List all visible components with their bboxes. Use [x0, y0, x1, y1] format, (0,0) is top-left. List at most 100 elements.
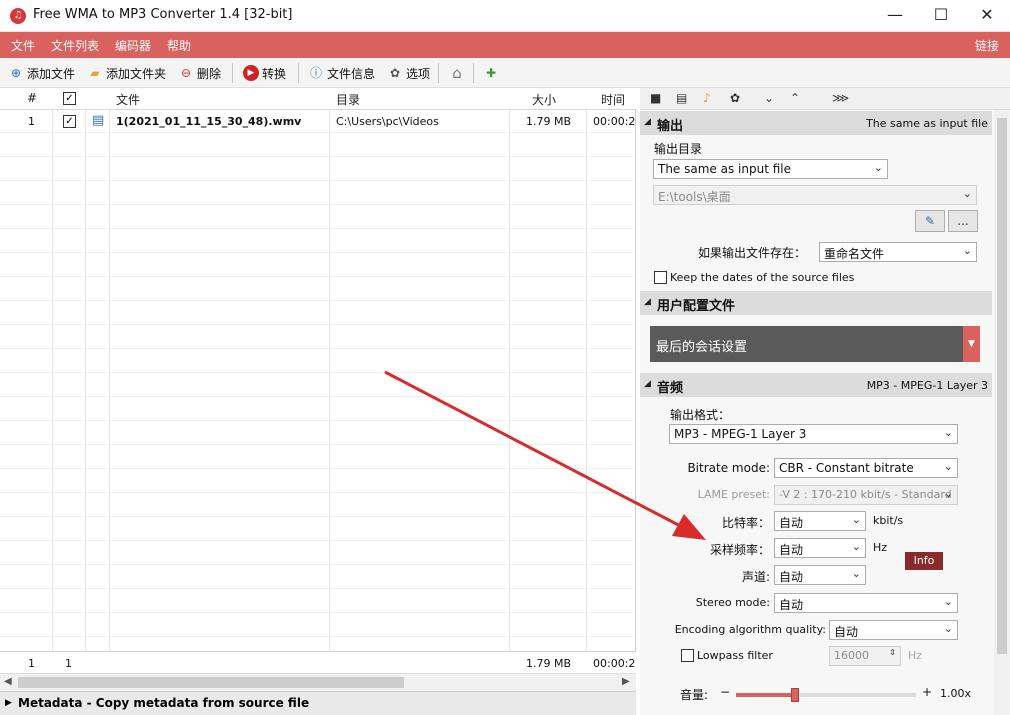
- minimize-button[interactable]: —: [872, 0, 918, 32]
- volume-plus-button[interactable]: +: [922, 685, 932, 699]
- footer-count: 1: [28, 657, 35, 670]
- sample-rate-label: 采样频率：: [709, 543, 770, 557]
- output-dir-mode-value: The same as input file: [658, 162, 792, 176]
- bitrate-mode-label: Bitrate mode:: [687, 461, 770, 475]
- menu-file[interactable]: 文件: [11, 37, 35, 54]
- edit-path-button[interactable]: ✎: [915, 210, 945, 232]
- menu-encoder[interactable]: 编码器: [115, 37, 151, 54]
- metadata-bar[interactable]: ▶ Metadata - Copy metadata from source f…: [0, 691, 636, 715]
- stereo-mode-select[interactable]: 自动 ⌄: [774, 593, 958, 613]
- add-folder-button[interactable]: ▰ 添加文件夹: [87, 64, 166, 82]
- file-exists-select[interactable]: 重命名文件 ⌄: [819, 242, 977, 262]
- header-file[interactable]: 文件: [116, 91, 140, 108]
- maximize-button[interactable]: ☐: [918, 0, 964, 32]
- file-info-button[interactable]: ⓘ 文件信息: [308, 64, 375, 82]
- chevron-down-icon: ⌄: [851, 567, 861, 580]
- gear-tab-icon[interactable]: ✿: [730, 91, 740, 105]
- output-dir-mode-select[interactable]: The same as input file ⌄: [653, 159, 888, 179]
- browse-button[interactable]: ...: [948, 210, 978, 232]
- menu-filelist[interactable]: 文件列表: [51, 37, 99, 54]
- toolbar-separator: [232, 63, 233, 83]
- volume-slider[interactable]: [736, 688, 916, 702]
- lame-preset-select: -V 2 : 170-210 kbit/s - Standard ⌄: [774, 485, 958, 505]
- scrollbar-thumb[interactable]: [18, 677, 404, 688]
- column-icon: [86, 88, 110, 691]
- footer-size: 1.79 MB: [526, 657, 572, 670]
- sample-rate-select[interactable]: 自动 ⌄: [774, 538, 866, 558]
- scroll-left-icon[interactable]: ◀: [4, 676, 12, 687]
- collapse-up-icon[interactable]: ⌃: [790, 91, 800, 105]
- bitrate-select[interactable]: 自动 ⌄: [774, 511, 866, 531]
- volume-minus-button[interactable]: −: [720, 685, 730, 699]
- keep-dates-checkbox[interactable]: [654, 271, 667, 284]
- header-time[interactable]: 时间: [601, 91, 625, 108]
- bitrate-value: 自动: [779, 516, 804, 530]
- chevron-down-icon: ⌄: [943, 487, 953, 500]
- audio-section-header[interactable]: ◢ 音频 MP3 - MPEG-1 Layer 3: [640, 373, 992, 397]
- options-button[interactable]: ✿ 选项: [387, 64, 430, 82]
- grid-line: [0, 636, 636, 637]
- lowpass-checkbox[interactable]: [681, 649, 694, 662]
- grid-line: [0, 180, 636, 181]
- grid-line: [0, 228, 636, 229]
- chevron-down-icon: ⌄: [873, 161, 883, 174]
- grid-line: [0, 612, 636, 613]
- channels-select[interactable]: 自动 ⌄: [774, 565, 866, 585]
- menu-link[interactable]: 链接: [975, 37, 999, 54]
- menu-help[interactable]: 帮助: [167, 37, 191, 54]
- lowpass-unit: Hz: [908, 649, 923, 662]
- table-row[interactable]: 1 ✓ ▤ 1(2021_01_11_15_30_48).wmv C:\User…: [0, 110, 636, 132]
- grid-line: [0, 492, 636, 493]
- add-file-label: 添加文件: [27, 66, 76, 81]
- app-icon: ♫: [10, 8, 26, 24]
- grid-line: [0, 372, 636, 373]
- encoding-quality-select[interactable]: 自动 ⌄: [829, 620, 958, 640]
- chevron-down-icon: ⌄: [943, 460, 953, 473]
- profile-dropdown-icon[interactable]: ▼: [963, 326, 980, 362]
- scrollbar-thumb[interactable]: [997, 118, 1007, 654]
- bitrate-mode-select[interactable]: CBR - Constant bitrate ⌄: [774, 458, 958, 478]
- menu-bar: 文件 文件列表 编码器 帮助 链接: [0, 32, 1010, 58]
- profile-select[interactable]: 最后的会话设置 ▼: [650, 326, 980, 362]
- convert-button[interactable]: ▶ 转换: [243, 64, 286, 82]
- output-section-header[interactable]: ◢ 输出 The same as input file: [640, 111, 992, 135]
- volume-slider-thumb[interactable]: [791, 688, 800, 702]
- bitrate-unit: kbit/s: [873, 514, 904, 527]
- volume-value: 1.00x: [940, 687, 972, 700]
- header-size[interactable]: 大小: [532, 91, 556, 108]
- vertical-scrollbar[interactable]: [994, 110, 1010, 715]
- add-file-button[interactable]: ⊕ 添加文件: [8, 64, 75, 82]
- settings-panel: ■ ▤ ♪ ✿ ⌄ ⌃ ⋙ ◢ 输出 The same as input fil…: [640, 88, 1010, 715]
- output-section-title: 输出: [657, 119, 684, 134]
- more-icon[interactable]: ⋙: [832, 91, 849, 105]
- row-file: 1(2021_01_11_15_30_48).wmv: [116, 115, 302, 128]
- chevron-down-icon: ⌄: [962, 244, 972, 257]
- pin-button[interactable]: ✚: [483, 64, 502, 82]
- bitrate-mode-value: CBR - Constant bitrate: [779, 461, 914, 475]
- collapse-down-icon[interactable]: ⌄: [764, 91, 774, 105]
- home-button[interactable]: ⌂: [449, 64, 468, 82]
- row-checkbox[interactable]: ✓: [63, 115, 76, 128]
- folder-tab-icon[interactable]: ■: [650, 91, 661, 105]
- select-all-checkbox[interactable]: ✓: [63, 92, 76, 105]
- profile-section-header[interactable]: ◢ 用户配置文件: [640, 291, 992, 315]
- channels-label: 声道:: [741, 570, 770, 584]
- output-summary: The same as input file: [866, 117, 988, 130]
- header-num[interactable]: #: [27, 91, 37, 105]
- info-button[interactable]: Info: [905, 552, 943, 570]
- grid-line: [0, 420, 636, 421]
- column-check: [53, 88, 86, 691]
- scroll-right-icon[interactable]: ▶: [622, 676, 630, 687]
- expand-arrow-icon: ▶: [5, 698, 12, 708]
- encoding-quality-label: Encoding algorithm quality:: [674, 623, 826, 636]
- volume-slider-fill: [736, 693, 796, 697]
- output-format-select[interactable]: MP3 - MPEG-1 Layer 3 ⌄: [669, 424, 958, 444]
- music-tab-icon[interactable]: ♪: [703, 91, 711, 105]
- horizontal-scrollbar[interactable]: ◀ ▶: [0, 673, 636, 691]
- delete-button[interactable]: ⊖ 删除: [178, 64, 221, 82]
- header-dir[interactable]: 目录: [336, 91, 360, 108]
- close-button[interactable]: ✕: [964, 0, 1010, 32]
- output-dir-path-value: E:\tools\桌面: [658, 190, 731, 204]
- document-tab-icon[interactable]: ▤: [676, 91, 687, 105]
- grid-line: [0, 252, 636, 253]
